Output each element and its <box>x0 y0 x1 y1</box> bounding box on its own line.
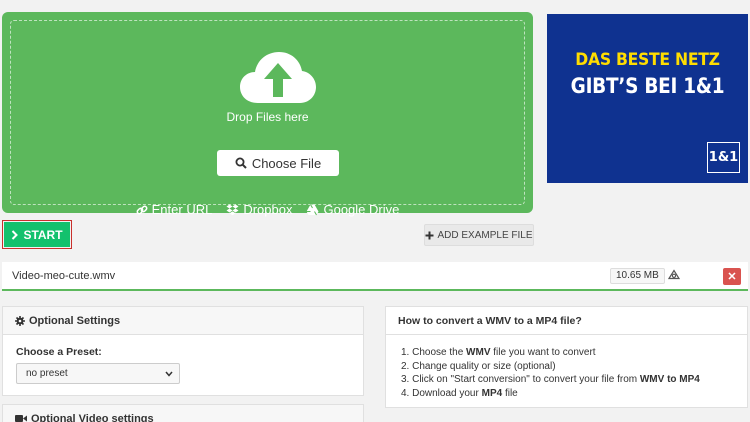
optional-video-settings-header[interactable]: Optional Video settings <box>3 405 363 422</box>
upload-sources: Enter URL Dropbox Google Drive <box>11 202 524 217</box>
remove-file-button[interactable]: ✕ <box>723 268 741 285</box>
google-drive-button[interactable]: Google Drive <box>306 202 399 217</box>
how-to-steps: 1. Choose the WMV file you want to conve… <box>386 335 747 400</box>
dropbox-icon <box>226 204 239 215</box>
dropbox-button[interactable]: Dropbox <box>226 202 292 217</box>
file-size-badge: 10.65 MB <box>610 268 665 284</box>
file-settings-button[interactable] <box>667 269 681 283</box>
preset-selected-value: no preset <box>26 368 68 379</box>
step-1-text: 1. Choose the <box>401 347 467 358</box>
preset-select[interactable]: no preset <box>16 363 180 384</box>
enter-url-label: Enter URL <box>151 202 213 217</box>
optional-settings-panel: Optional Settings Choose a Preset: no pr… <box>2 306 364 396</box>
step-3-text: 3. Click on "Start conversion" to conver… <box>401 374 640 385</box>
optional-settings-header: Optional Settings <box>3 307 363 335</box>
optional-video-settings-panel: Optional Video settings <box>2 404 364 422</box>
preset-label: Choose a Preset: <box>16 346 102 358</box>
how-to-title: How to convert a WMV to a MP4 file? <box>386 307 747 335</box>
step-2: 2. Change quality or size (optional) <box>401 360 747 374</box>
chevron-down-icon <box>165 371 173 377</box>
file-name: Video-meo-cute.wmv <box>12 270 116 282</box>
step-2-text: 2. Change quality or size (optional) <box>401 360 556 372</box>
plus-icon <box>425 231 434 239</box>
ad-headline-line2: GIBT’S BEI 1&1 <box>570 74 725 98</box>
upload-dropzone[interactable]: Drop Files here Choose File Enter URL Dr… <box>2 12 533 217</box>
start-button-frame: START <box>2 220 72 249</box>
step-1-bold: WMV <box>466 347 491 358</box>
choose-file-label: Choose File <box>251 155 322 171</box>
gear-icon <box>15 315 25 326</box>
optional-settings-title: Optional Settings <box>29 314 121 327</box>
file-list-item: Video-meo-cute.wmv 10.65 MB ✕ <box>2 262 748 291</box>
video-camera-icon <box>15 415 27 422</box>
link-icon <box>136 205 148 214</box>
settings-icon <box>667 269 681 280</box>
add-example-file-button[interactable]: ADD EXAMPLE FILE <box>424 224 534 246</box>
how-to-convert-panel: How to convert a WMV to a MP4 file? 1. C… <box>385 306 748 408</box>
step-1-text-end: file you want to convert <box>490 347 596 358</box>
start-button[interactable]: START <box>4 222 70 247</box>
cloud-upload-icon <box>240 52 316 103</box>
step-4: 4. Download your MP4 file <box>401 387 747 401</box>
choose-file-button[interactable]: Choose File <box>217 150 339 176</box>
enter-url-button[interactable]: Enter URL <box>136 202 213 217</box>
step-4-text-end: file <box>502 387 518 399</box>
advertisement-banner[interactable]: DAS BESTE NETZ GIBT’S BEI 1&1 1&1 <box>547 14 748 183</box>
close-icon: ✕ <box>727 271 737 283</box>
start-label: START <box>23 227 63 242</box>
search-icon <box>235 157 247 169</box>
step-3-bold: WMV to MP4 <box>639 374 700 385</box>
step-4-text: 4. Download your <box>401 387 482 399</box>
ad-headline-line1: DAS BESTE NETZ <box>575 50 720 70</box>
dropzone-border: Drop Files here Choose File Enter URL Dr… <box>10 20 525 217</box>
step-3: 3. Click on "Start conversion" to conver… <box>401 373 747 387</box>
google-drive-label: Google Drive <box>323 202 400 217</box>
step-4-bold: MP4 <box>481 387 503 399</box>
optional-video-settings-title: Optional Video settings <box>31 412 154 422</box>
step-1: 1. Choose the WMV file you want to conve… <box>401 346 747 360</box>
ad-logo: 1&1 <box>707 142 740 173</box>
chevron-right-icon <box>12 229 19 240</box>
google-drive-icon <box>306 203 319 215</box>
drop-files-text: Drop Files here <box>226 110 309 124</box>
add-example-file-label: ADD EXAMPLE FILE <box>437 229 533 241</box>
dropbox-label: Dropbox <box>243 202 293 217</box>
